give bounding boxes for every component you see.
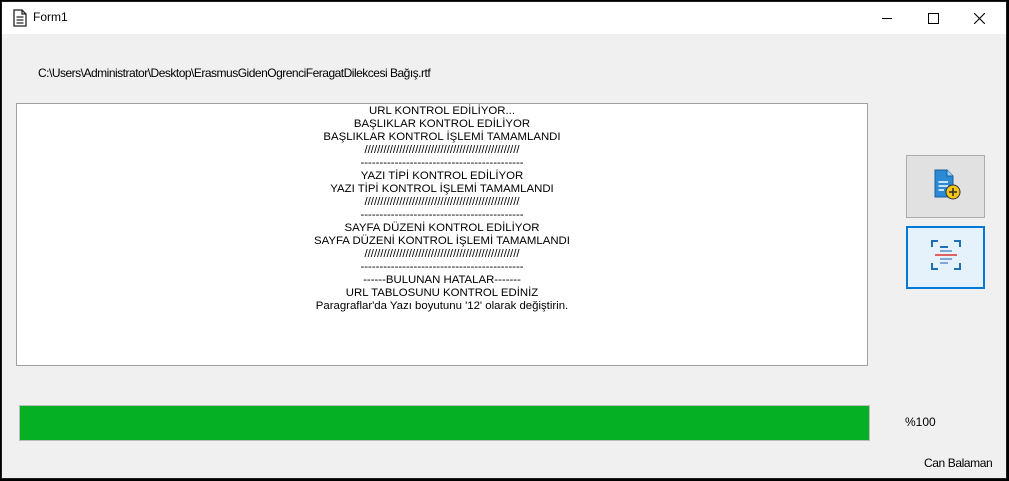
window-title: Form1 xyxy=(33,10,68,24)
log-line: BAŞLIKLAR KONTROL EDİLİYOR xyxy=(353,118,531,130)
scan-document-icon xyxy=(929,238,963,277)
log-content: URL KONTROL EDİLİYOR... BAŞLIKLAR KONTROL… xyxy=(17,105,867,313)
minimize-button[interactable] xyxy=(864,2,910,34)
log-line: Paragraflar'da Yazı boyutunu '12' olarak… xyxy=(315,300,569,312)
log-line: ----------------------------------------… xyxy=(360,261,524,273)
minimize-icon xyxy=(882,13,892,23)
file-path-label: C:\Users\Administrator\Desktop\ErasmusGi… xyxy=(38,66,431,80)
add-file-button[interactable] xyxy=(906,155,985,218)
log-line: SAYFA DÜZENİ KONTROL İŞLEMİ TAMAMLANDI xyxy=(314,235,570,247)
close-icon xyxy=(973,12,985,24)
log-line: ----------------------------------------… xyxy=(360,157,524,169)
add-document-icon xyxy=(929,167,963,206)
title-bar[interactable]: Form1 xyxy=(2,2,1006,34)
maximize-button[interactable] xyxy=(910,2,956,34)
main-window: Form1 C:\Users\Administrator\Desktop\Era… xyxy=(1,1,1007,479)
log-line: ////////////////////////////////////////… xyxy=(364,144,520,156)
scan-button[interactable] xyxy=(906,226,985,289)
log-line: YAZI TİPİ KONTROL EDİLİYOR xyxy=(360,170,524,182)
log-line: ////////////////////////////////////////… xyxy=(364,248,520,260)
progress-percent-label: %100 xyxy=(905,415,936,429)
progress-bar xyxy=(19,405,870,441)
log-line: URL TABLOSUNU KONTROL EDİNİZ xyxy=(345,287,539,299)
log-line: ------BULUNAN HATALAR------- xyxy=(363,274,521,286)
progress-fill xyxy=(20,406,869,440)
log-line: ////////////////////////////////////////… xyxy=(364,196,520,208)
log-line: ----------------------------------------… xyxy=(360,209,524,221)
log-line: BAŞLIKLAR KONTROL İŞLEMİ TAMAMLANDI xyxy=(323,131,561,143)
log-line: YAZI TİPİ KONTROL İŞLEMİ TAMAMLANDI xyxy=(330,183,554,195)
maximize-icon xyxy=(927,12,939,24)
log-line: SAYFA DÜZENİ KONTROL EDİLİYOR xyxy=(344,222,540,234)
close-button[interactable] xyxy=(956,2,1002,34)
author-label: Can Balaman xyxy=(924,456,993,470)
document-icon xyxy=(12,9,28,27)
log-textbox[interactable]: URL KONTROL EDİLİYOR... BAŞLIKLAR KONTROL… xyxy=(16,103,868,366)
log-line: URL KONTROL EDİLİYOR... xyxy=(369,105,515,117)
